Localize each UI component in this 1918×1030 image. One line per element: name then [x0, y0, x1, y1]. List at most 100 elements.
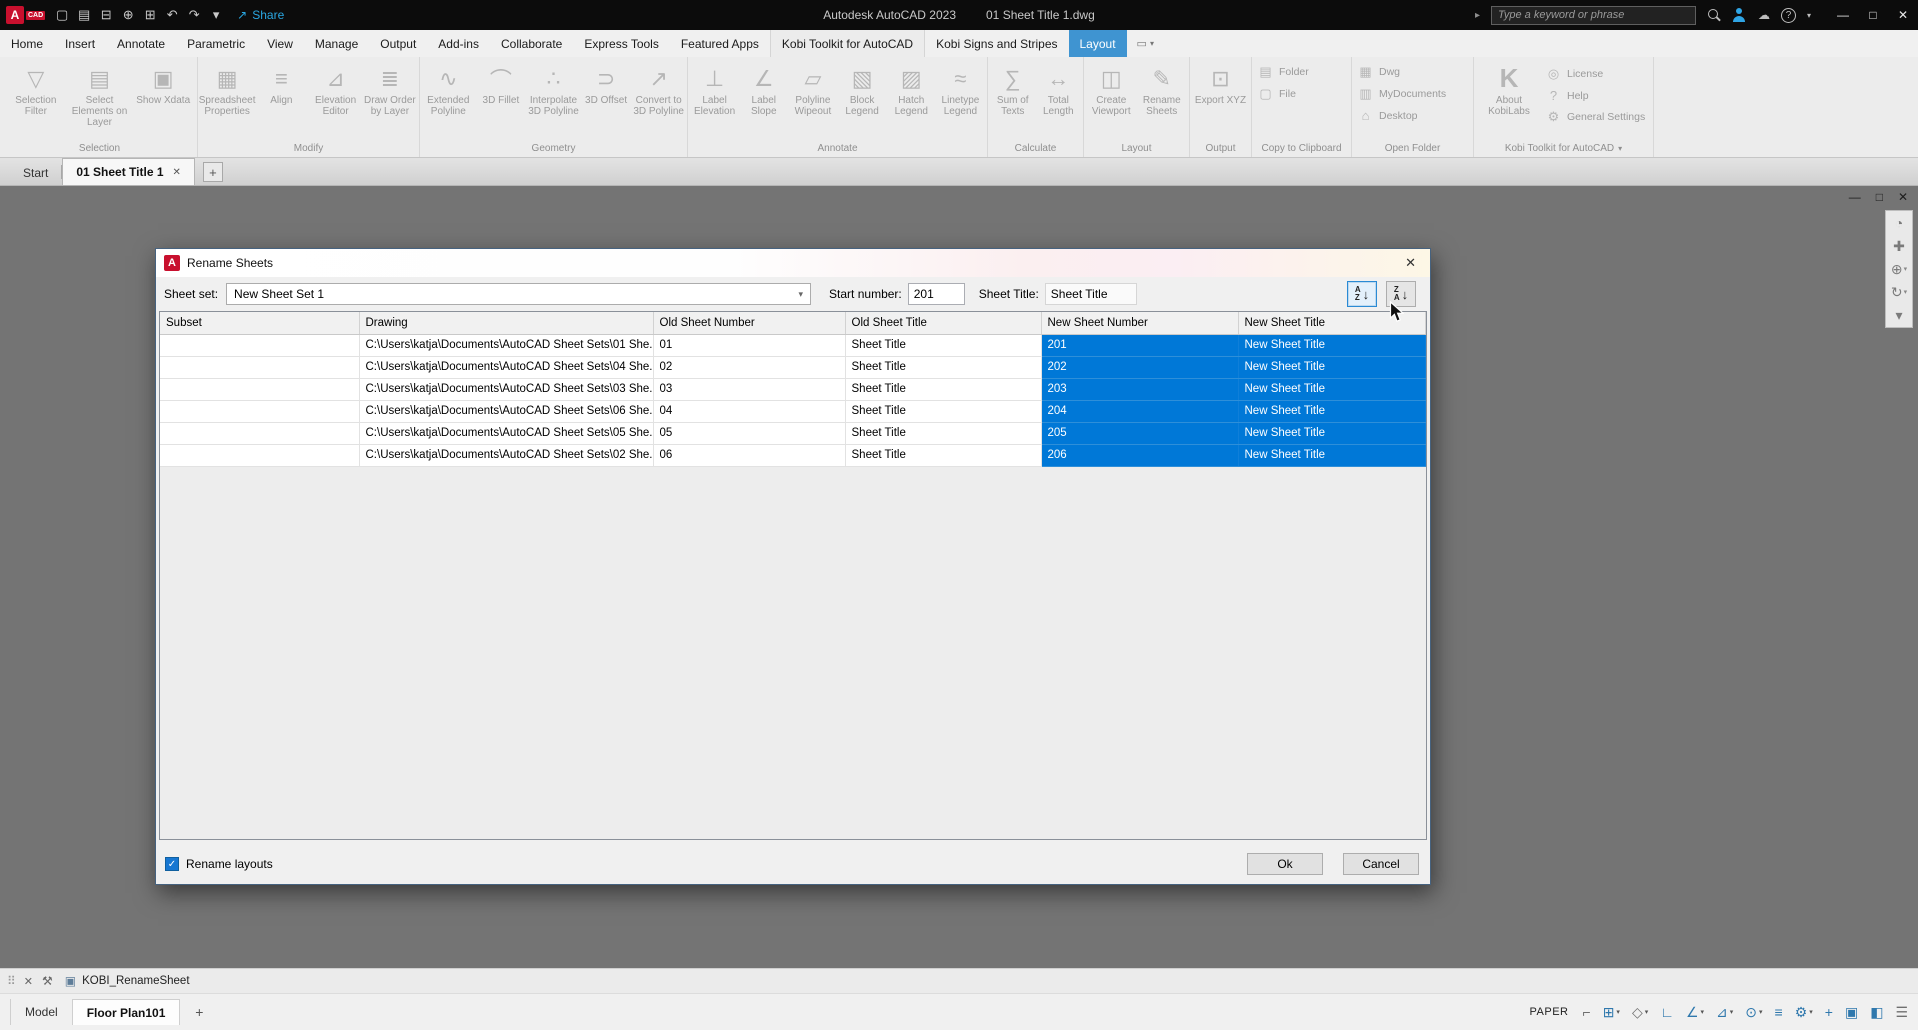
- polyline-wipeout-button[interactable]: ▱ Polyline Wipeout: [788, 59, 837, 117]
- snap-icon[interactable]: ◇ ▾: [1632, 1005, 1648, 1019]
- cell-old-sheet-number[interactable]: 06: [653, 444, 845, 466]
- 3d-offset-button[interactable]: ⊃ 3D Offset: [580, 59, 633, 106]
- save-as-icon[interactable]: ⊕: [117, 3, 139, 27]
- about-kobilabs-button[interactable]: K About KobiLabs: [1476, 59, 1542, 117]
- grid-icon[interactable]: ⊞ ▾: [1603, 1005, 1620, 1019]
- autocad-app-button[interactable]: A CAD: [6, 6, 45, 24]
- new-layout-button[interactable]: +: [188, 1001, 210, 1023]
- sort-ascending-button[interactable]: A Z ↓: [1347, 281, 1377, 307]
- extended-polyline-button[interactable]: ∿ Extended Polyline: [422, 59, 475, 117]
- cell-new-sheet-number[interactable]: 205: [1041, 422, 1238, 444]
- ucs-icon[interactable]: ⌐ ▾: [1583, 1005, 1591, 1019]
- hatch-legend-button[interactable]: ▨ Hatch Legend: [887, 59, 936, 117]
- table-row[interactable]: C:\Users\katja\Documents\AutoCAD Sheet S…: [160, 444, 1426, 466]
- redo-icon[interactable]: ↷: [183, 3, 205, 27]
- command-close-icon[interactable]: ✕: [24, 975, 33, 988]
- tab-kobi-toolkit[interactable]: Kobi Toolkit for AutoCAD: [770, 30, 925, 57]
- column-new-sheet-number[interactable]: New Sheet Number: [1041, 312, 1238, 334]
- sum-of-texts-button[interactable]: ∑ Sum of Texts: [990, 59, 1036, 117]
- showmotion-icon[interactable]: ▾ ▾: [1895, 308, 1902, 322]
- label-slope-button[interactable]: ∠ Label Slope: [739, 59, 788, 117]
- cell-new-sheet-number[interactable]: 206: [1041, 444, 1238, 466]
- selection-filter-button[interactable]: ▽ Selection Filter: [4, 59, 68, 117]
- gear-icon[interactable]: ⚙ ▾: [1795, 1005, 1813, 1019]
- cell-drawing[interactable]: C:\Users\katja\Documents\AutoCAD Sheet S…: [359, 422, 653, 444]
- annotation-monitor-icon[interactable]: ▣ ▾: [1845, 1005, 1858, 1019]
- cell-subset[interactable]: [160, 422, 359, 444]
- tab-close-icon[interactable]: ✕: [173, 167, 181, 178]
- sheet-set-combobox[interactable]: New Sheet Set 1 ▾: [226, 283, 811, 305]
- tab-output[interactable]: Output: [369, 30, 427, 57]
- cell-new-sheet-title[interactable]: New Sheet Title: [1238, 444, 1426, 466]
- share-button[interactable]: ↗ Share: [237, 8, 284, 22]
- panel-label-kobi-toolkit[interactable]: Kobi Toolkit for AutoCAD▾: [1474, 140, 1653, 157]
- cell-old-sheet-title[interactable]: Sheet Title: [845, 400, 1041, 422]
- command-grip-icon[interactable]: ⠿: [7, 974, 16, 988]
- cell-subset[interactable]: [160, 378, 359, 400]
- drawing-restore-button[interactable]: □: [1876, 190, 1883, 204]
- tab-collaborate[interactable]: Collaborate: [490, 30, 573, 57]
- cell-old-sheet-title[interactable]: Sheet Title: [845, 334, 1041, 356]
- cell-new-sheet-number[interactable]: 204: [1041, 400, 1238, 422]
- help-icon[interactable]: ?: [1781, 8, 1796, 23]
- cell-old-sheet-title[interactable]: Sheet Title: [845, 356, 1041, 378]
- ribbon-options-button[interactable]: ▭ ▾: [1137, 30, 1154, 57]
- cell-old-sheet-number[interactable]: 01: [653, 334, 845, 356]
- table-row[interactable]: C:\Users\katja\Documents\AutoCAD Sheet S…: [160, 356, 1426, 378]
- tab-add-ins[interactable]: Add-ins: [427, 30, 490, 57]
- column-old-sheet-title[interactable]: Old Sheet Title: [845, 312, 1041, 334]
- orbit-icon[interactable]: ↻ ▾: [1891, 285, 1907, 299]
- drawing-close-button[interactable]: ✕: [1898, 190, 1908, 204]
- hamburger-icon[interactable]: ☰ ▾: [1895, 1005, 1908, 1019]
- cell-old-sheet-number[interactable]: 04: [653, 400, 845, 422]
- rename-sheets-button[interactable]: ✎ Rename Sheets: [1137, 59, 1188, 117]
- annotation-scale-icon[interactable]: + ▾: [1825, 1005, 1833, 1019]
- tab-manage[interactable]: Manage: [304, 30, 369, 57]
- units-icon[interactable]: ◧ ▾: [1870, 1005, 1883, 1019]
- qat-dropdown-icon[interactable]: ▾: [205, 3, 227, 27]
- open-dwg-folder-button[interactable]: ▦ Dwg: [1358, 64, 1467, 80]
- cell-new-sheet-title[interactable]: New Sheet Title: [1238, 400, 1426, 422]
- collapse-chevron-icon[interactable]: ▸: [1475, 10, 1480, 21]
- command-line[interactable]: ⠿ ✕ ⚒ ▣ KOBI_RenameSheet: [0, 968, 1918, 993]
- new-tab-button[interactable]: +: [203, 162, 223, 182]
- navigation-wheel-icon[interactable]: ◔ ▾: [1895, 216, 1903, 230]
- column-drawing[interactable]: Drawing: [359, 312, 653, 334]
- cell-old-sheet-number[interactable]: 02: [653, 356, 845, 378]
- rename-layouts-checkbox[interactable]: ✓: [165, 857, 179, 871]
- layout-tab-floor-plan101[interactable]: Floor Plan101: [73, 999, 181, 1025]
- open-file-icon[interactable]: ▤: [73, 3, 95, 27]
- zoom-icon[interactable]: ⊕ ▾: [1891, 262, 1907, 276]
- cell-old-sheet-title[interactable]: Sheet Title: [845, 444, 1041, 466]
- search-input[interactable]: [1491, 6, 1696, 25]
- table-row[interactable]: C:\Users\katja\Documents\AutoCAD Sheet S…: [160, 378, 1426, 400]
- model-tab[interactable]: Model: [10, 999, 73, 1025]
- search-icon[interactable]: [1707, 8, 1721, 22]
- help-button[interactable]: ? Help: [1546, 88, 1645, 103]
- lineweight-icon[interactable]: ≡ ▾: [1775, 1005, 1783, 1019]
- 3d-fillet-button[interactable]: ⌒ 3D Fillet: [475, 59, 528, 106]
- tab-home[interactable]: Home: [0, 30, 54, 57]
- cancel-button[interactable]: Cancel: [1343, 853, 1419, 875]
- command-customize-icon[interactable]: ⚒: [42, 974, 53, 988]
- new-file-icon[interactable]: ▢: [51, 3, 73, 27]
- tab-kobi-signs-stripes[interactable]: Kobi Signs and Stripes: [925, 30, 1068, 57]
- cell-drawing[interactable]: C:\Users\katja\Documents\AutoCAD Sheet S…: [359, 356, 653, 378]
- cell-new-sheet-number[interactable]: 201: [1041, 334, 1238, 356]
- maximize-button[interactable]: □: [1858, 0, 1888, 30]
- cell-drawing[interactable]: C:\Users\katja\Documents\AutoCAD Sheet S…: [359, 444, 653, 466]
- elevation-editor-button[interactable]: ⊿ Elevation Editor: [309, 59, 363, 117]
- drawing-minimize-button[interactable]: —: [1849, 190, 1861, 204]
- block-legend-button[interactable]: ▧ Block Legend: [838, 59, 887, 117]
- user-icon[interactable]: [1732, 8, 1747, 22]
- create-viewport-button[interactable]: ◫ Create Viewport: [1086, 59, 1137, 117]
- table-row[interactable]: C:\Users\katja\Documents\AutoCAD Sheet S…: [160, 422, 1426, 444]
- table-row[interactable]: C:\Users\katja\Documents\AutoCAD Sheet S…: [160, 334, 1426, 356]
- undo-icon[interactable]: ↶: [161, 3, 183, 27]
- dialog-titlebar[interactable]: A Rename Sheets ✕: [156, 249, 1430, 277]
- license-button[interactable]: ◎ License: [1546, 66, 1645, 82]
- dialog-close-button[interactable]: ✕: [1399, 253, 1422, 273]
- select-elements-on-layer-button[interactable]: ▤ Select Elements on Layer: [68, 59, 132, 129]
- open-desktop-button[interactable]: ⌂ Desktop: [1358, 108, 1467, 123]
- linetype-legend-button[interactable]: ≈ Linetype Legend: [936, 59, 985, 117]
